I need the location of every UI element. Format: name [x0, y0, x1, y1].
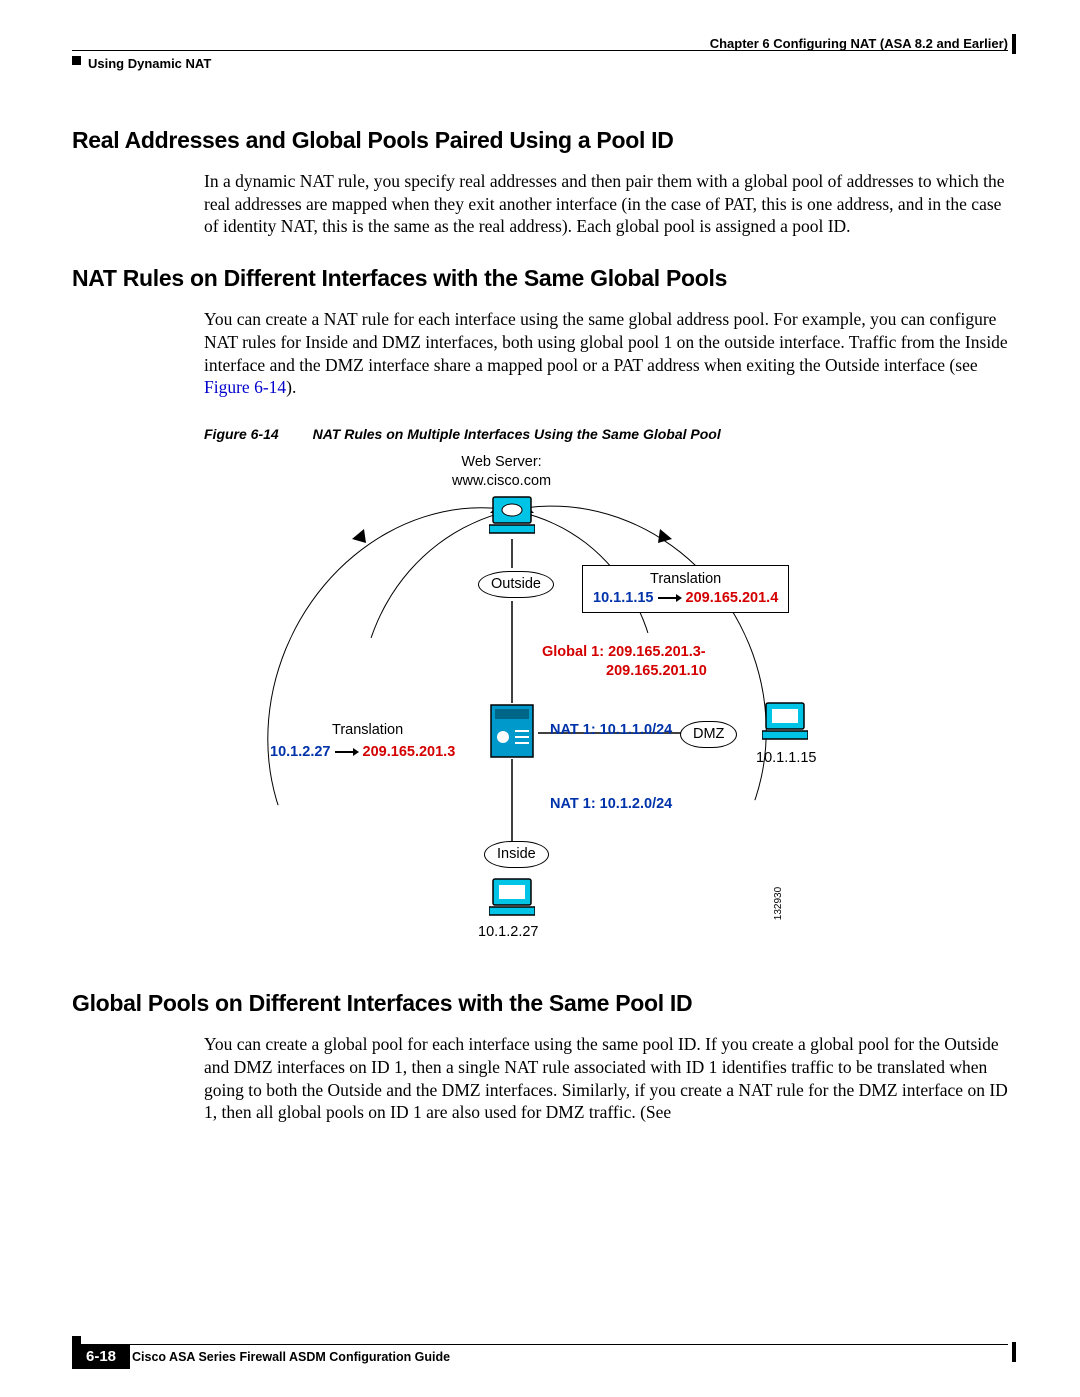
- translation-left: Translation: [332, 721, 403, 740]
- header-rule: [72, 50, 1008, 51]
- cloud-outside: Outside: [478, 571, 554, 598]
- label-dmz-ip: 10.1.1.15: [756, 749, 816, 768]
- label-nat1-a: NAT 1: 10.1.1.0/24: [550, 721, 672, 740]
- header-right-bar: [1012, 34, 1016, 54]
- label-webserver: Web Server: www.cisco.com: [452, 453, 551, 491]
- computer-dmz-icon: [762, 701, 808, 743]
- heading-real-addresses: Real Addresses and Global Pools Paired U…: [72, 126, 1008, 156]
- figure-xref-link[interactable]: Figure 6-14: [204, 377, 286, 397]
- label-global1-a: Global 1: 209.165.201.3-: [542, 643, 707, 662]
- footer-right-bar: [1012, 1342, 1016, 1362]
- cloud-dmz: DMZ: [680, 721, 737, 748]
- label-global1-b: 209.165.201.10: [606, 662, 707, 681]
- heading-nat-rules-same-global: NAT Rules on Different Interfaces with t…: [72, 264, 1008, 294]
- figure-title: NAT Rules on Multiple Interfaces Using t…: [313, 426, 721, 442]
- diagram-id: 132930: [772, 887, 785, 920]
- figure-caption: Figure 6-14 NAT Rules on Multiple Interf…: [204, 425, 1008, 443]
- translation-left-value: 10.1.2.27 209.165.201.3: [270, 743, 455, 762]
- para-global-pools-same-id: You can create a global pool for each in…: [204, 1033, 1008, 1124]
- translation-right-dst: 209.165.201.4: [686, 590, 779, 606]
- translation-label-left: Translation: [332, 721, 403, 740]
- translation-label: Translation: [593, 570, 778, 589]
- page-number-badge: 6-18: [72, 1344, 130, 1370]
- para-real-addresses: In a dynamic NAT rule, you specify real …: [204, 170, 1008, 238]
- translation-right: Translation 10.1.1.15 209.165.201.4: [582, 565, 789, 613]
- page-header: Chapter 6 Configuring NAT (ASA 8.2 and E…: [72, 36, 1008, 76]
- translation-left-dst: 209.165.201.3: [363, 744, 456, 760]
- label-nat1-b: NAT 1: 10.1.2.0/24: [550, 795, 672, 814]
- arrow-icon: [658, 593, 682, 603]
- translation-right-src: 10.1.1.15: [593, 590, 653, 606]
- para-nat-rules-same-global: You can create a NAT rule for each inter…: [204, 308, 1008, 399]
- heading-global-pools-same-id: Global Pools on Different Interfaces wit…: [72, 989, 1008, 1019]
- server-icon: [489, 495, 535, 537]
- label-webserver-top: Web Server:: [452, 453, 551, 472]
- para-text: You can create a NAT rule for each inter…: [204, 309, 1008, 375]
- figure-diagram: Web Server: www.cisco.com Outside Transl…: [252, 453, 912, 963]
- para-text-post: ).: [286, 377, 296, 397]
- arrow-icon: [335, 747, 359, 757]
- label-webserver-url: www.cisco.com: [452, 472, 551, 491]
- label-inside-ip: 10.1.2.27: [478, 923, 538, 942]
- header-left-square: [72, 56, 81, 65]
- label-global1: Global 1: 209.165.201.3- 209.165.201.10: [542, 643, 707, 681]
- firewall-icon: [489, 703, 535, 759]
- figure-number: Figure 6-14: [204, 426, 279, 442]
- page-footer: Cisco ASA Series Firewall ASDM Configura…: [72, 1344, 1008, 1365]
- cloud-inside: Inside: [484, 841, 549, 868]
- header-section: Using Dynamic NAT: [88, 56, 211, 73]
- diagram-lines: [252, 453, 912, 963]
- computer-inside-icon: [489, 877, 535, 919]
- translation-left-src: 10.1.2.27: [270, 744, 330, 760]
- footer-guide-title: Cisco ASA Series Firewall ASDM Configura…: [132, 1349, 1008, 1365]
- footer-rule: [72, 1344, 1008, 1345]
- translation-right-value: 10.1.1.15 209.165.201.4: [593, 589, 778, 608]
